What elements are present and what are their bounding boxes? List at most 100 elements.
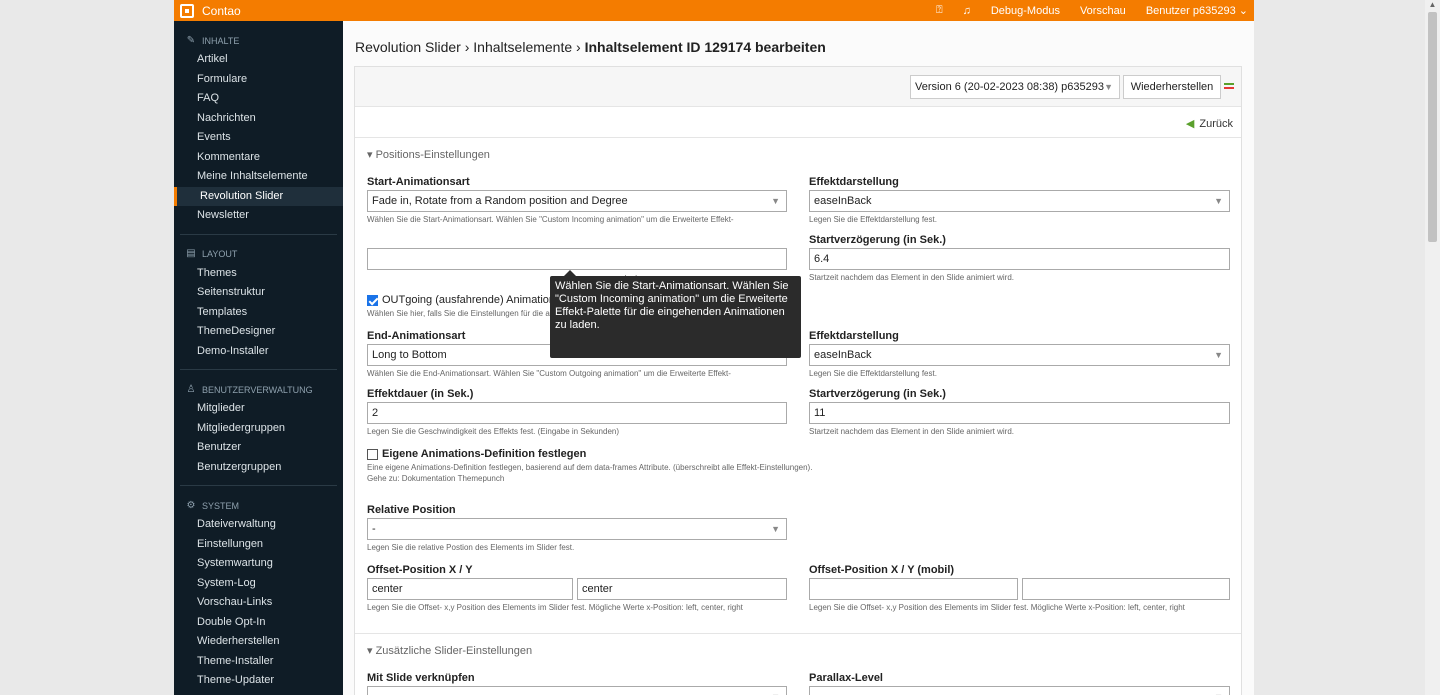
field-help: Startzeit nachdem das Element in den Sli… bbox=[809, 427, 1014, 436]
chevron-down-icon: ▼ bbox=[1214, 196, 1223, 206]
top-actions: ⍰ ♫ Debug-Modus Vorschau Benutzer p63529… bbox=[916, 4, 1254, 17]
sidebar-item-meine-inhaltselemente[interactable]: Meine Inhaltselemente bbox=[174, 167, 343, 187]
sidebar-item-revolution-slider[interactable]: Revolution Slider bbox=[174, 186, 343, 206]
select-value: easeInBack bbox=[814, 349, 872, 361]
sidebar-item-wiederherstellen[interactable]: Wiederherstellen bbox=[174, 632, 343, 652]
sidebar-item-theme-installer[interactable]: Theme-Installer bbox=[174, 652, 343, 672]
sidebar-item-vorschau-links[interactable]: Vorschau-Links bbox=[174, 593, 343, 613]
sidebar-item-systemwartung[interactable]: Systemwartung bbox=[174, 554, 343, 574]
sidebar-item-themes[interactable]: Themes bbox=[174, 264, 343, 284]
nav-group-title[interactable]: ♙ BENUTZERVERWALTUNG bbox=[180, 380, 337, 399]
start-delay-1-input[interactable]: 6.4 bbox=[809, 248, 1230, 270]
sidebar-item-nachrichten[interactable]: Nachrichten bbox=[174, 109, 343, 129]
contao-logo-icon bbox=[180, 3, 194, 18]
diff-icon[interactable] bbox=[1224, 83, 1234, 91]
nav-group-label: LAYOUT bbox=[202, 249, 238, 259]
bell-icon[interactable]: ♫ bbox=[963, 5, 971, 17]
chevron-down-icon: ▼ bbox=[1214, 350, 1223, 360]
chevron-down-icon: ▼ bbox=[771, 196, 780, 206]
relative-position-select[interactable]: - ▼ bbox=[367, 518, 787, 540]
sidebar-item-mitglieder[interactable]: Mitglieder bbox=[174, 399, 343, 419]
scroll-thumb[interactable] bbox=[1428, 12, 1437, 242]
field-label: Effektdauer (in Sek.) bbox=[367, 388, 474, 400]
offset-y-input[interactable]: center bbox=[577, 578, 787, 600]
documentation-link[interactable]: Gehe zu: Dokumentation Themepunch bbox=[367, 474, 504, 483]
fieldset-label: Zusätzliche Slider-Einstellungen bbox=[375, 645, 533, 657]
offset-mobile-y-input[interactable] bbox=[1022, 578, 1230, 600]
select-value: easeInBack bbox=[814, 195, 872, 207]
field-effect-1: Effektdarstellung easeInBack ▼ Legen Sie… bbox=[809, 176, 1230, 224]
field-help: Legen Sie die Effektdarstellung fest. bbox=[809, 215, 937, 224]
breadcrumb: Revolution Slider › Inhaltselemente › In… bbox=[355, 39, 826, 55]
sidebar-item-system-log[interactable]: System-Log bbox=[174, 574, 343, 594]
duration-1-input[interactable] bbox=[367, 248, 787, 270]
breadcrumb-part[interactable]: Inhaltselemente bbox=[473, 39, 572, 55]
nav-group-system: ⚙ SYSTEM Dateiverwaltung Einstellungen S… bbox=[180, 486, 337, 695]
field-label: Mit Slide verknüpfen bbox=[367, 672, 475, 684]
nav-group-title[interactable]: ▤ LAYOUT bbox=[180, 245, 337, 264]
sidebar-item-demo-installer[interactable]: Demo-Installer bbox=[174, 342, 343, 362]
nav-group-label: INHALTE bbox=[202, 35, 240, 46]
own-animation-checkbox-row[interactable]: Eigene Animations-Definition festlegen bbox=[367, 448, 586, 460]
back-label: Zurück bbox=[1199, 117, 1233, 130]
brand-name: Contao bbox=[202, 3, 241, 18]
sidebar-item-templates[interactable]: Templates bbox=[174, 303, 343, 323]
field-label: Relative Position bbox=[367, 504, 456, 516]
nav-group-title[interactable]: ✎ INHALTE bbox=[180, 31, 337, 50]
effect-2-select[interactable]: easeInBack ▼ bbox=[809, 344, 1230, 366]
link-slide-select[interactable]: ▼ bbox=[367, 686, 787, 695]
scroll-up-icon[interactable]: ▲ bbox=[1425, 0, 1440, 12]
sidebar-item-benutzergruppen[interactable]: Benutzergruppen bbox=[174, 458, 343, 478]
sidebar-item-einstellungen[interactable]: Einstellungen bbox=[174, 535, 343, 555]
field-help: Wählen Sie die Start-Animationsart. Wähl… bbox=[367, 215, 734, 224]
brand-logo[interactable]: Contao bbox=[174, 3, 241, 18]
duration-2-input[interactable]: 2 bbox=[367, 402, 787, 424]
fieldset-toggle-position[interactable]: ▾ Positions-Einstellungen bbox=[367, 148, 490, 161]
start-delay-2-input[interactable]: 11 bbox=[809, 402, 1230, 424]
offset-mobile-x-input[interactable] bbox=[809, 578, 1018, 600]
outgoing-editor-checkbox[interactable] bbox=[367, 294, 378, 306]
field-help: Legen Sie die Offset- x,y Position des E… bbox=[809, 603, 1185, 612]
user-menu[interactable]: Benutzer p635293 ⌄ bbox=[1146, 4, 1248, 17]
sidebar-item-themedesigner[interactable]: ThemeDesigner bbox=[174, 322, 343, 342]
field-label: Start-Animationsart bbox=[367, 176, 470, 188]
field-parallax: Parallax-Level ▼ bbox=[809, 672, 1230, 695]
sidebar-item-benutzer[interactable]: Benutzer bbox=[174, 438, 343, 458]
edit-panel: Version 6 (20-02-2023 08:38) p635293 ▼ W… bbox=[354, 66, 1242, 695]
sidebar-item-seitenstruktur[interactable]: Seitenstruktur bbox=[174, 283, 343, 303]
edit-icon: ✎ bbox=[186, 34, 196, 46]
sidebar-item-faq[interactable]: FAQ bbox=[174, 89, 343, 109]
sidebar-item-artikel[interactable]: Artikel bbox=[174, 50, 343, 70]
sidebar-item-theme-updater[interactable]: Theme-Updater bbox=[174, 671, 343, 691]
page-scrollbar[interactable]: ▲ bbox=[1425, 0, 1440, 695]
breadcrumb-current: Inhaltselement ID 129174 bearbeiten bbox=[584, 39, 826, 55]
sidebar-item-events[interactable]: Events bbox=[174, 128, 343, 148]
sidebar-item-formulare[interactable]: Formulare bbox=[174, 70, 343, 90]
field-start-delay-2: Startverzögerung (in Sek.) 11 Startzeit … bbox=[809, 388, 1230, 436]
tooltip: Wählen Sie die Start-Animationsart. Wähl… bbox=[550, 270, 801, 358]
field-label: Effektdarstellung bbox=[809, 330, 899, 342]
contao-backend: Contao ⍰ ♫ Debug-Modus Vorschau Benutzer… bbox=[174, 0, 1254, 695]
sidebar-item-mitgliedergruppen[interactable]: Mitgliedergruppen bbox=[174, 419, 343, 439]
restore-button[interactable]: Wiederherstellen bbox=[1123, 75, 1221, 99]
help-circle-icon[interactable]: ⍰ bbox=[936, 4, 943, 17]
field-offset-mobile: Offset-Position X / Y (mobil) Legen Sie … bbox=[809, 564, 1230, 612]
breadcrumb-part[interactable]: Revolution Slider bbox=[355, 39, 461, 55]
debug-mode-link[interactable]: Debug-Modus bbox=[991, 5, 1060, 17]
sidebar-item-dateiverwaltung[interactable]: Dateiverwaltung bbox=[174, 515, 343, 535]
parallax-select[interactable]: ▼ bbox=[809, 686, 1230, 695]
version-select[interactable]: Version 6 (20-02-2023 08:38) p635293 ▼ bbox=[910, 75, 1120, 99]
sidebar-item-kommentare[interactable]: Kommentare bbox=[174, 148, 343, 168]
preview-link[interactable]: Vorschau bbox=[1080, 5, 1126, 17]
fieldset-toggle-extra[interactable]: ▾ Zusätzliche Slider-Einstellungen bbox=[367, 644, 532, 657]
offset-x-input[interactable]: center bbox=[367, 578, 573, 600]
effect-1-select[interactable]: easeInBack ▼ bbox=[809, 190, 1230, 212]
field-start-delay-1: Startverzögerung (in Sek.) 6.4 Startzeit… bbox=[809, 234, 1230, 282]
own-animation-checkbox[interactable] bbox=[367, 448, 378, 460]
sidebar-item-newsletter[interactable]: Newsletter bbox=[174, 206, 343, 226]
start-animation-select[interactable]: Fade in, Rotate from a Random position a… bbox=[367, 190, 787, 212]
nav-group-title[interactable]: ⚙ SYSTEM bbox=[180, 496, 337, 515]
field-duration-2: Effektdauer (in Sek.) 2 Legen Sie die Ge… bbox=[367, 388, 787, 436]
back-link[interactable]: ◀ Zurück bbox=[1186, 117, 1233, 131]
sidebar-item-double-opt-in[interactable]: Double Opt-In bbox=[174, 613, 343, 633]
